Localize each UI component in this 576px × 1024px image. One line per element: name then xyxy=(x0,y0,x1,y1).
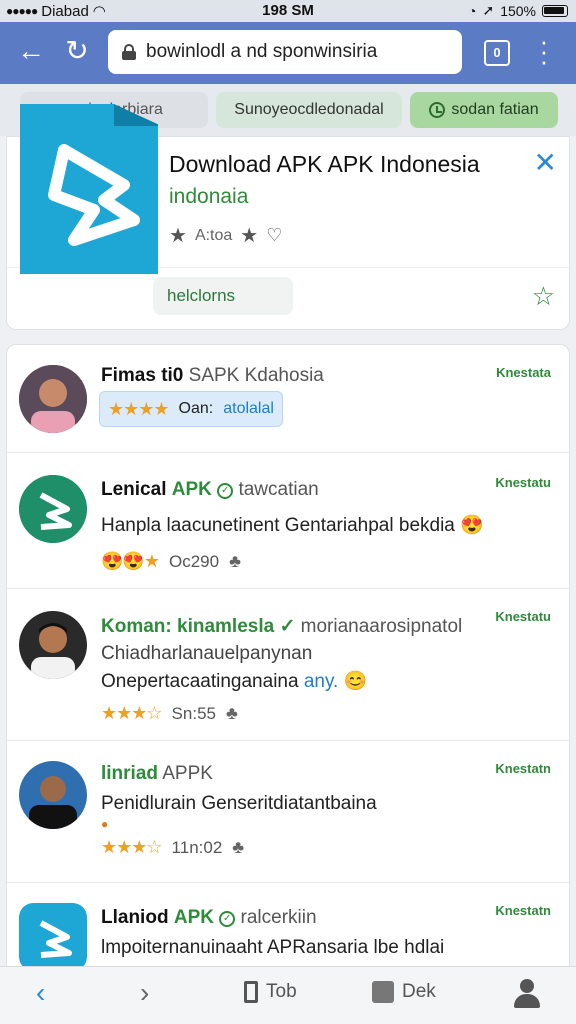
address-bar[interactable]: bowinlodl a nd sponwinsiria xyxy=(108,30,462,74)
tabs-switcher-button[interactable]: 0 xyxy=(484,40,510,66)
like-icon[interactable]: ♣ xyxy=(226,703,238,724)
item-description: lmpoiternanuinaaht APRansaria lbe hdlai xyxy=(101,937,445,958)
url-text: bowinlodl a nd sponwinsiria xyxy=(146,41,378,62)
rate-star-icon[interactable]: ★ xyxy=(240,223,258,248)
clock-icon xyxy=(429,102,446,118)
card-action-label: helclorns xyxy=(167,286,236,305)
app-title: Download APK APK Indonesia xyxy=(169,151,480,177)
smile-emoji-icon: 😊 xyxy=(343,671,368,692)
rating-stars: ★★★☆ xyxy=(101,837,163,857)
item-description: Penidlurain Genseritdiatantbaina xyxy=(101,793,377,814)
pill-label: Oan: xyxy=(178,400,214,417)
status-badge: Knestatn xyxy=(495,903,551,918)
back-nav-icon[interactable]: ‹ xyxy=(36,977,45,1009)
desktop-icon xyxy=(372,981,394,1003)
item-rating: 😍😍★ Oc290 ♣ xyxy=(101,551,241,572)
forward-nav-icon[interactable]: › xyxy=(140,977,149,1009)
app-meta-text: A:toa xyxy=(194,226,233,244)
item-rating: ★★★☆ Sn:55 ♣ xyxy=(101,703,238,724)
close-icon[interactable]: ✕ xyxy=(534,149,557,177)
item-title: Lenical APK ✓ tawcatian xyxy=(101,479,319,500)
star-icon: ★ xyxy=(169,225,187,247)
rating-pill[interactable]: ★★★★ Oan: atolalal xyxy=(99,391,283,427)
emoji-icon: ● xyxy=(101,817,109,831)
status-badge: Knestata xyxy=(496,365,551,380)
tab-button[interactable]: Tob xyxy=(244,981,297,1003)
pill-value: atolalal xyxy=(223,400,274,417)
chip-third-label: sodan fatian xyxy=(451,101,539,118)
status-right: ◔ ➚ 150% xyxy=(468,2,568,19)
rating-stars: ★★★☆ xyxy=(101,703,163,723)
list-item[interactable]: Koman: kinamlesla ✓ morianaarosipnatol K… xyxy=(7,589,569,741)
rating-count: 11n:02 xyxy=(171,837,223,857)
item-rating: ★★★☆ 11n:02 ♣ xyxy=(101,837,244,858)
battery-icon xyxy=(542,4,568,17)
desk-button[interactable]: Dek xyxy=(372,981,436,1003)
rating-stars: 😍😍★ xyxy=(101,551,160,571)
avatar xyxy=(19,761,87,829)
avatar xyxy=(19,475,87,543)
logo-glyph xyxy=(48,144,140,246)
back-arrow-icon[interactable]: ← xyxy=(16,36,46,66)
desk-label: Dek xyxy=(402,981,436,1002)
list-item[interactable]: linriad APPK Knestatn Penidlurain Genser… xyxy=(7,741,569,883)
person-icon xyxy=(512,979,542,1009)
profile-button[interactable] xyxy=(512,979,542,1009)
more-menu-icon[interactable]: · · · xyxy=(534,28,554,74)
verified-icon: ✓ xyxy=(219,911,236,927)
item-title: Koman: kinamlesla ✓ morianaarosipnatol xyxy=(101,616,463,637)
item-description: Hanpla laacunetinent Gentariahpal bekdia… xyxy=(101,515,484,536)
item-description-2: Onepertacaatinganaina any. 😊 xyxy=(101,671,368,692)
item-description: Chiadharlanauelpanynan xyxy=(101,643,313,664)
alarm-icon: ◔ xyxy=(467,2,477,19)
app-subtitle: indonaia xyxy=(169,185,249,208)
verified-icon: ✓ xyxy=(217,483,234,499)
app-meta: ★ A:toa ★ ♡ xyxy=(169,223,282,248)
tab-label: Tob xyxy=(266,981,297,1002)
location-icon: ➚ xyxy=(482,2,495,18)
status-badge: Knestatn xyxy=(495,761,551,776)
like-icon[interactable]: ♣ xyxy=(232,837,244,858)
avatar xyxy=(19,365,87,433)
item-title: linriad APPK xyxy=(101,763,213,784)
app-logo-icon xyxy=(20,104,158,274)
tab-icon xyxy=(244,981,258,1003)
status-badge: Knestatu xyxy=(495,609,551,624)
reload-icon[interactable]: ↻ xyxy=(62,36,92,66)
review-list: Fimas ti0 SAPK Kdahosia Knestata ★★★★ Oa… xyxy=(6,344,570,984)
rating-count: Oc290 xyxy=(168,551,220,571)
rating-count: Sn:55 xyxy=(171,703,216,723)
status-badge: Knestatu xyxy=(495,475,551,490)
item-title: Fimas ti0 SAPK Kdahosia xyxy=(101,365,324,386)
chip-second[interactable]: Sunoyeocdledonadal xyxy=(216,92,402,128)
avatar xyxy=(19,611,87,679)
list-item[interactable]: Lenical APK ✓ tawcatian Knestatu Hanpla … xyxy=(7,453,569,589)
lock-icon xyxy=(122,44,136,60)
card-action-button[interactable]: helclorns xyxy=(153,277,293,315)
battery-percent: 150% xyxy=(500,2,536,19)
like-icon[interactable]: ♣ xyxy=(229,551,241,572)
status-bar: ●●●●● Diabad ◠ 198 SM ◔ ➚ 150% xyxy=(0,0,576,22)
bottom-navigation: ‹ › Tob Dek xyxy=(0,966,576,1024)
list-item[interactable]: Fimas ti0 SAPK Kdahosia Knestata ★★★★ Oa… xyxy=(7,345,569,453)
heart-icon[interactable]: ♡ xyxy=(266,225,282,246)
rating-stars: ★★★★ xyxy=(108,398,170,419)
chip-third[interactable]: sodan fatian xyxy=(410,92,558,128)
avatar xyxy=(19,903,87,971)
browser-toolbar: ← ↻ bowinlodl a nd sponwinsiria 0 · · · xyxy=(0,22,576,84)
favorite-star-icon[interactable]: ☆ xyxy=(532,281,555,312)
item-title: Llaniod APK ✓ ralcerkiin xyxy=(101,907,317,928)
